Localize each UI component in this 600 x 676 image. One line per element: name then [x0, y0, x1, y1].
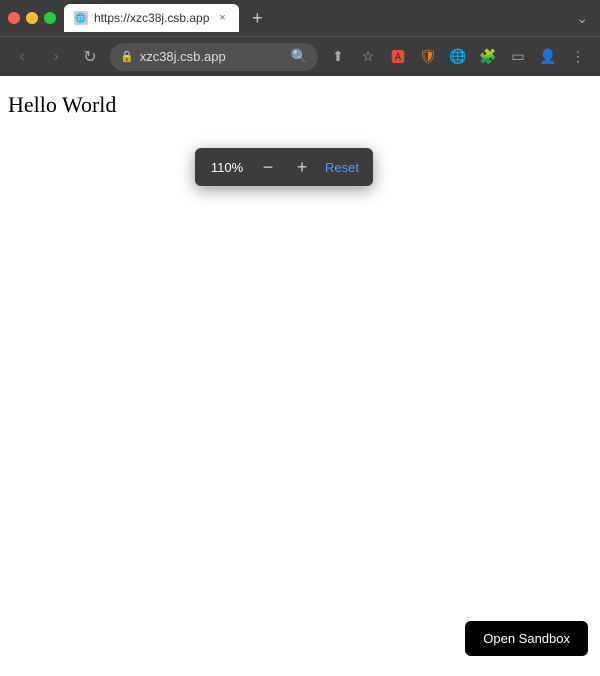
- zoom-decrease-button[interactable]: −: [257, 156, 279, 178]
- tab-bar: 🌐 https://xzc38j.csb.app × +: [64, 4, 568, 32]
- toolbar-icons: ⬆ ☆ 🅰 🛡 🌐 🧩 ▭ 👤 ⋮: [324, 43, 592, 71]
- ext-icon-4[interactable]: 🧩: [474, 43, 502, 71]
- open-sandbox-button[interactable]: Open Sandbox: [465, 621, 588, 656]
- profile-button[interactable]: 👤: [534, 43, 562, 71]
- ext-icon-2[interactable]: 🛡: [414, 43, 442, 71]
- ext-icon-1[interactable]: 🅰: [384, 43, 412, 71]
- back-button[interactable]: ‹: [8, 43, 36, 71]
- traffic-lights: [8, 12, 56, 24]
- bookmark-button[interactable]: ☆: [354, 43, 382, 71]
- browser-window: 🌐 https://xzc38j.csb.app × + ⌄ ‹ › ↻ 🔒 x…: [0, 0, 600, 676]
- tab-title: https://xzc38j.csb.app: [94, 11, 209, 25]
- share-button[interactable]: ⬆: [324, 43, 352, 71]
- lock-icon: 🔒: [120, 50, 134, 63]
- forward-button[interactable]: ›: [42, 43, 70, 71]
- active-tab[interactable]: 🌐 https://xzc38j.csb.app ×: [64, 4, 239, 32]
- address-search-icon: 🔍: [291, 48, 308, 65]
- toolbar: ‹ › ↻ 🔒 xzc38j.csb.app 🔍 ⬆ ☆ 🅰 🛡 🌐 🧩 ▭ 👤…: [0, 36, 600, 76]
- new-tab-button[interactable]: +: [243, 4, 271, 32]
- hello-world-text: Hello World: [8, 92, 116, 118]
- close-window-button[interactable]: [8, 12, 20, 24]
- ext-icon-3[interactable]: 🌐: [444, 43, 472, 71]
- minimize-window-button[interactable]: [26, 12, 38, 24]
- content-area: Hello World 110% − + Reset Open Sandbox: [0, 76, 600, 676]
- reload-button[interactable]: ↻: [76, 43, 104, 71]
- menu-button[interactable]: ⋮: [564, 43, 592, 71]
- zoom-reset-button[interactable]: Reset: [325, 160, 359, 175]
- address-text: xzc38j.csb.app: [140, 49, 285, 64]
- title-bar: 🌐 https://xzc38j.csb.app × + ⌄: [0, 0, 600, 36]
- zoom-value: 110%: [209, 160, 245, 175]
- maximize-window-button[interactable]: [44, 12, 56, 24]
- zoom-increase-button[interactable]: +: [291, 156, 313, 178]
- ext-icon-5[interactable]: ▭: [504, 43, 532, 71]
- tab-close-button[interactable]: ×: [215, 11, 229, 25]
- window-controls-right: ⌄: [576, 10, 592, 27]
- tab-favicon: 🌐: [74, 11, 88, 25]
- address-bar[interactable]: 🔒 xzc38j.csb.app 🔍: [110, 43, 318, 71]
- zoom-popup: 110% − + Reset: [195, 148, 373, 186]
